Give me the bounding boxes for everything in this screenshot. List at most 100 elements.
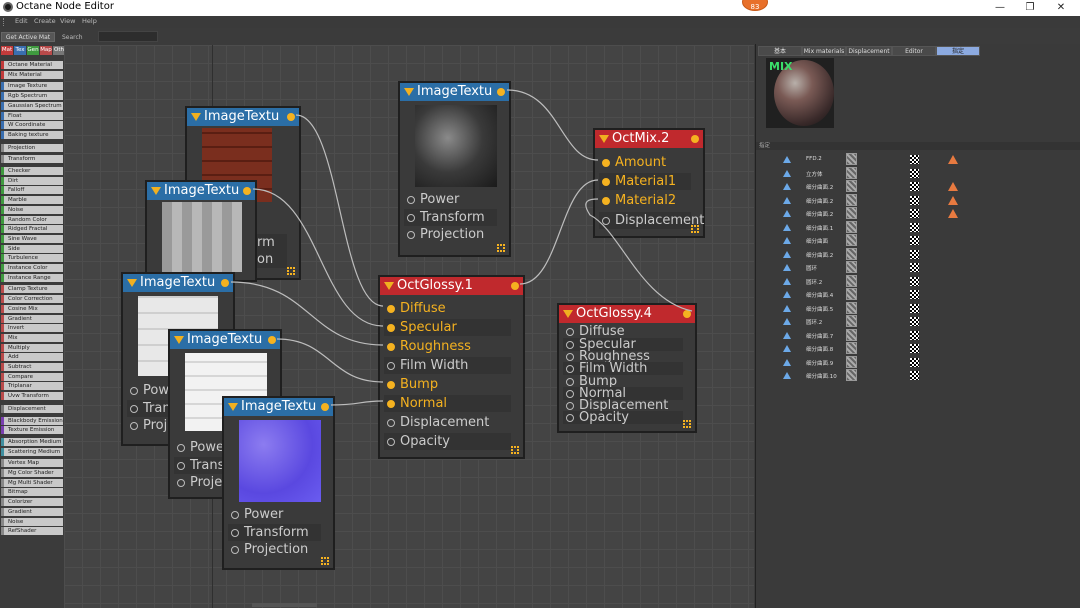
port-dot-icon[interactable]	[566, 414, 574, 422]
port-dot-icon[interactable]	[130, 387, 138, 395]
object-row[interactable]: 细分曲面.2	[776, 247, 1076, 261]
port-dot-icon[interactable]	[566, 390, 574, 398]
collapse-triangle-icon[interactable]	[563, 310, 573, 318]
texture-tag-icon[interactable]	[846, 369, 857, 381]
port-dot-icon[interactable]	[177, 444, 185, 452]
port-transform[interactable]: Transform	[228, 524, 321, 541]
port-dot-icon[interactable]	[407, 231, 415, 239]
port-dot-icon[interactable]	[566, 402, 574, 410]
palette-item[interactable]: Ridged Fractal	[1, 225, 63, 234]
checker-tag-icon[interactable]	[910, 317, 919, 326]
tab-editor[interactable]: Editor	[892, 46, 936, 56]
palette-item[interactable]: Side	[1, 244, 63, 253]
collapse-triangle-icon[interactable]	[191, 113, 201, 121]
port-dot-icon[interactable]	[602, 178, 610, 186]
menu-view[interactable]: View	[60, 17, 75, 25]
texture-tag-icon[interactable]	[846, 342, 857, 354]
palette-item[interactable]: Clamp Texture	[1, 285, 63, 294]
port-dot-icon[interactable]	[387, 381, 395, 389]
output-port[interactable]	[511, 282, 519, 290]
port-displacement[interactable]: Displacement	[384, 414, 511, 431]
palette-item[interactable]: Marble	[1, 196, 63, 205]
port-amount[interactable]: Amount	[599, 154, 691, 171]
collapse-triangle-icon[interactable]	[404, 88, 414, 96]
palette-item[interactable]: W Coordinate	[1, 121, 63, 130]
menu-create[interactable]: Create	[34, 17, 56, 25]
object-row[interactable]: 细分曲面	[776, 234, 1076, 247]
port-dot-icon[interactable]	[387, 343, 395, 351]
port-specular[interactable]: Specular	[384, 319, 511, 336]
port-opacity[interactable]: Opacity	[563, 411, 683, 424]
palette-item[interactable]: Checker	[1, 167, 63, 175]
port-dot-icon[interactable]	[407, 196, 415, 204]
object-row[interactable]: 细分曲面.4	[776, 288, 1076, 301]
object-row[interactable]: 圆环.2	[776, 315, 1076, 328]
object-row[interactable]: 圆环	[776, 261, 1076, 274]
resize-handle-icon[interactable]	[497, 244, 505, 252]
output-port[interactable]	[497, 88, 505, 96]
output-port[interactable]	[243, 187, 251, 195]
palette-item[interactable]: Bitmap	[1, 488, 63, 497]
palette-item[interactable]: Baking texture	[1, 130, 63, 139]
texture-tag-icon[interactable]	[846, 166, 857, 179]
port-dot-icon[interactable]	[602, 217, 610, 225]
palette-item[interactable]: Gradient	[1, 507, 63, 516]
texture-tag-icon[interactable]	[846, 274, 857, 287]
object-row[interactable]: 细分曲面.8	[776, 342, 1076, 355]
palette-item[interactable]: Absorption Medium	[1, 437, 63, 446]
texture-tag-icon[interactable]	[846, 153, 857, 165]
node-oct-glossy-1[interactable]: OctGlossy.1 Diffuse Specular Roughness F…	[378, 275, 525, 459]
node-header[interactable]: OctMix.2	[595, 130, 703, 148]
node-image-texture-1[interactable]: ImageTextu Power Transform Projection	[398, 81, 511, 257]
palette-item[interactable]: Texture Emission	[1, 426, 63, 435]
palette-item[interactable]: Gaussian Spectrum	[1, 101, 63, 110]
port-projection[interactable]: Projection	[228, 541, 321, 558]
palette-item[interactable]: Vertex Map	[1, 459, 63, 468]
texture-tag-icon[interactable]	[846, 180, 857, 192]
palette-item[interactable]: Mg Multi Shader	[1, 478, 63, 487]
palette-item[interactable]: Mix Material	[1, 70, 63, 79]
palette-item[interactable]: Noise	[1, 205, 63, 214]
texture-tag-icon[interactable]	[846, 261, 857, 273]
output-port[interactable]	[691, 135, 699, 143]
output-port[interactable]	[287, 113, 295, 121]
collapse-triangle-icon[interactable]	[151, 187, 161, 195]
checker-tag-icon[interactable]	[910, 168, 919, 178]
node-header[interactable]: ImageTextu	[123, 274, 233, 292]
palette-item[interactable]: Rgb Spectrum	[1, 92, 63, 101]
horizontal-scrollbar[interactable]	[252, 603, 317, 607]
port-bump[interactable]: Bump	[384, 376, 511, 393]
checker-tag-icon[interactable]	[910, 155, 919, 164]
category-tab-mat[interactable]: Mat	[1, 46, 13, 55]
output-port[interactable]	[321, 403, 329, 411]
palette-item[interactable]: Compare	[1, 372, 63, 381]
palette-item[interactable]: Invert	[1, 324, 63, 333]
resize-handle-icon[interactable]	[511, 446, 519, 454]
minimize-button[interactable]: —	[983, 0, 1017, 16]
palette-item[interactable]: RefShader	[1, 527, 63, 536]
port-dot-icon[interactable]	[231, 511, 239, 519]
collapse-triangle-icon[interactable]	[384, 282, 394, 290]
port-dot-icon[interactable]	[602, 159, 610, 167]
palette-item[interactable]: Random Color	[1, 215, 63, 224]
port-dot-icon[interactable]	[387, 400, 395, 408]
palette-item[interactable]: Instance Range	[1, 273, 63, 282]
checker-tag-icon[interactable]	[910, 209, 919, 218]
close-button[interactable]: ✕	[1044, 0, 1078, 16]
port-dot-icon[interactable]	[130, 405, 138, 413]
palette-item[interactable]: Scattering Medium	[1, 447, 63, 456]
texture-tag-icon[interactable]	[846, 315, 857, 327]
palette-item[interactable]: Blackbody Emission	[1, 416, 63, 425]
checker-tag-icon[interactable]	[910, 330, 919, 340]
port-opacity[interactable]: Opacity	[384, 433, 511, 450]
texture-tag-icon[interactable]	[846, 301, 857, 314]
palette-item[interactable]: Turbulence	[1, 254, 63, 263]
palette-item[interactable]: Cosine Mix	[1, 304, 63, 313]
port-dot-icon[interactable]	[231, 529, 239, 537]
texture-tag-icon[interactable]	[846, 234, 857, 246]
node-header[interactable]: ImageTextu	[170, 331, 280, 349]
palette-item[interactable]: Falloff	[1, 186, 63, 195]
menu-edit[interactable]: Edit	[15, 17, 28, 25]
object-row[interactable]: 立方体	[776, 166, 1076, 180]
port-dot-icon[interactable]	[566, 328, 574, 336]
